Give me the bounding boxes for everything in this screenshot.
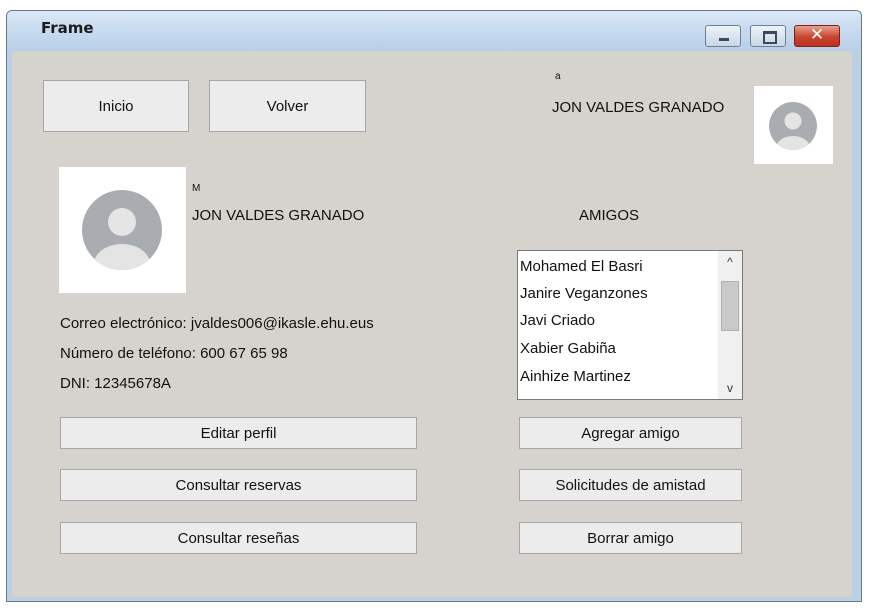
window-title: Frame: [41, 19, 94, 37]
back-button[interactable]: Volver: [209, 80, 366, 132]
edit-profile-button[interactable]: Editar perfil: [60, 417, 417, 449]
dni-line: DNI: 12345678A: [60, 375, 171, 392]
profile-avatar: [59, 167, 186, 293]
remove-friend-button[interactable]: Borrar amigo: [519, 522, 742, 554]
main-panel: Inicio Volver a JON VALDES GRANADO M JON…: [12, 51, 852, 597]
minimize-icon: [719, 38, 729, 41]
scroll-thumb[interactable]: [721, 281, 739, 331]
title-bar[interactable]: Frame ✕: [7, 11, 861, 51]
close-button[interactable]: ✕: [794, 25, 840, 47]
close-icon: ✕: [809, 25, 825, 45]
view-reviews-button[interactable]: Consultar reseñas: [60, 522, 417, 554]
user-avatar-icon: [82, 190, 162, 270]
minimize-button[interactable]: [705, 25, 741, 47]
add-friend-button[interactable]: Agregar amigo: [519, 417, 742, 449]
list-item[interactable]: Ainhize Martinez: [520, 368, 631, 385]
profile-tag: M: [192, 183, 201, 194]
header-user-name: JON VALDES GRANADO: [552, 99, 725, 116]
app-window: Frame ✕ Inicio Volver a JON VALDES GRANA…: [6, 10, 862, 602]
scroll-up-icon[interactable]: ^: [718, 251, 742, 273]
header-user-tag: a: [555, 71, 561, 82]
list-item[interactable]: Janire Veganzones: [520, 285, 648, 302]
phone-line: Número de teléfono: 600 67 65 98: [60, 345, 288, 362]
list-item[interactable]: Mohamed El Basri: [520, 258, 643, 275]
user-avatar-icon: [769, 102, 817, 150]
email-line: Correo electrónico: jvaldes006@ikasle.eh…: [60, 315, 374, 332]
friends-list[interactable]: Mohamed El Basri Janire Veganzones Javi …: [517, 250, 743, 400]
scrollbar[interactable]: ^ v: [718, 251, 742, 399]
friends-heading: AMIGOS: [579, 207, 640, 224]
scroll-down-icon[interactable]: v: [718, 377, 742, 399]
list-item[interactable]: Javi Criado: [520, 312, 595, 329]
view-bookings-button[interactable]: Consultar reservas: [60, 469, 417, 501]
list-item[interactable]: Xabier Gabiña: [520, 340, 616, 357]
friend-requests-button[interactable]: Solicitudes de amistad: [519, 469, 742, 501]
header-avatar: [754, 86, 833, 164]
maximize-button[interactable]: [750, 25, 786, 47]
home-button[interactable]: Inicio: [43, 80, 189, 132]
maximize-icon: [763, 31, 777, 44]
profile-name: JON VALDES GRANADO: [192, 207, 365, 224]
